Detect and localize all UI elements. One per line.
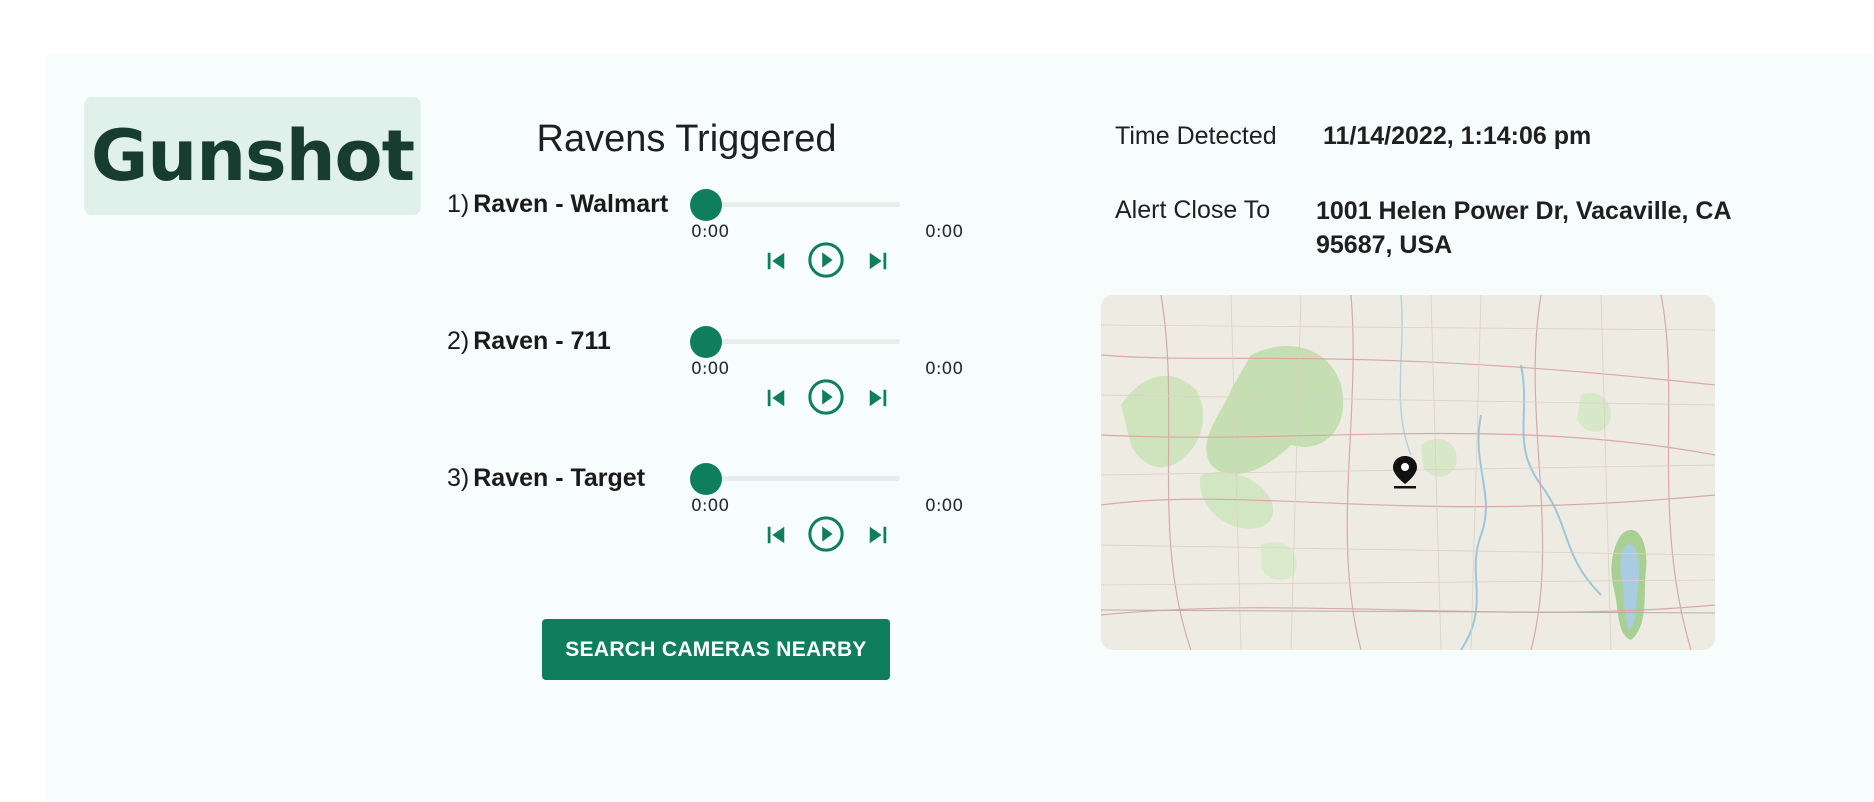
raven-item: 2) Raven - 711 0:00 0:00 xyxy=(447,325,977,455)
location-map[interactable] xyxy=(1101,295,1715,650)
audio-controls xyxy=(765,240,895,280)
raven-item: 3) Raven - Target 0:00 0:00 xyxy=(447,462,977,592)
audio-seek-track[interactable] xyxy=(697,476,900,481)
audio-current-time: 0:00 xyxy=(691,222,730,242)
audio-seek-track[interactable] xyxy=(697,202,900,207)
raven-index: 3) xyxy=(447,464,470,492)
raven-name: Raven - Target xyxy=(473,464,646,492)
play-circle-icon[interactable] xyxy=(807,241,845,279)
audio-current-time: 0:00 xyxy=(691,359,730,379)
alert-location-label: Alert Close To xyxy=(1115,196,1271,224)
skip-next-icon[interactable] xyxy=(867,387,889,409)
raven-index: 2) xyxy=(447,327,470,355)
map-pin-icon[interactable] xyxy=(1391,455,1419,489)
search-cameras-button[interactable]: SEARCH CAMERAS NEARBY xyxy=(542,619,890,680)
alert-type-badge: Gunshot xyxy=(84,97,421,215)
audio-controls xyxy=(765,377,895,417)
raven-item: 1) Raven - Walmart 0:00 0:00 xyxy=(447,188,977,318)
time-detected-value: 11/14/2022, 1:14:06 pm xyxy=(1323,122,1592,150)
audio-seek-handle[interactable] xyxy=(690,463,722,495)
audio-controls xyxy=(765,514,895,554)
audio-duration: 0:00 xyxy=(925,222,964,242)
skip-previous-icon[interactable] xyxy=(765,250,787,272)
skip-next-icon[interactable] xyxy=(867,250,889,272)
audio-duration: 0:00 xyxy=(925,496,964,516)
audio-seek-handle[interactable] xyxy=(690,326,722,358)
alert-location-value: 1001 Helen Power Dr, Vacaville, CA 95687… xyxy=(1316,197,1731,259)
audio-seek-handle[interactable] xyxy=(690,189,722,221)
raven-index: 1) xyxy=(447,190,470,218)
audio-current-time: 0:00 xyxy=(691,496,730,516)
audio-seek-track[interactable] xyxy=(697,339,900,344)
play-circle-icon[interactable] xyxy=(807,515,845,553)
raven-label: 3) Raven - Target xyxy=(447,462,645,494)
alert-type-label: Gunshot xyxy=(90,115,415,197)
skip-next-icon[interactable] xyxy=(867,524,889,546)
raven-label: 2) Raven - 711 xyxy=(447,325,611,357)
raven-name: Raven - 711 xyxy=(473,327,611,355)
ravens-title: Ravens Triggered xyxy=(536,118,837,160)
time-detected-label: Time Detected xyxy=(1115,122,1277,150)
raven-label: 1) Raven - Walmart xyxy=(447,188,668,220)
skip-previous-icon[interactable] xyxy=(765,387,787,409)
audio-duration: 0:00 xyxy=(925,359,964,379)
play-circle-icon[interactable] xyxy=(807,378,845,416)
skip-previous-icon[interactable] xyxy=(765,524,787,546)
raven-name: Raven - Walmart xyxy=(473,190,669,218)
